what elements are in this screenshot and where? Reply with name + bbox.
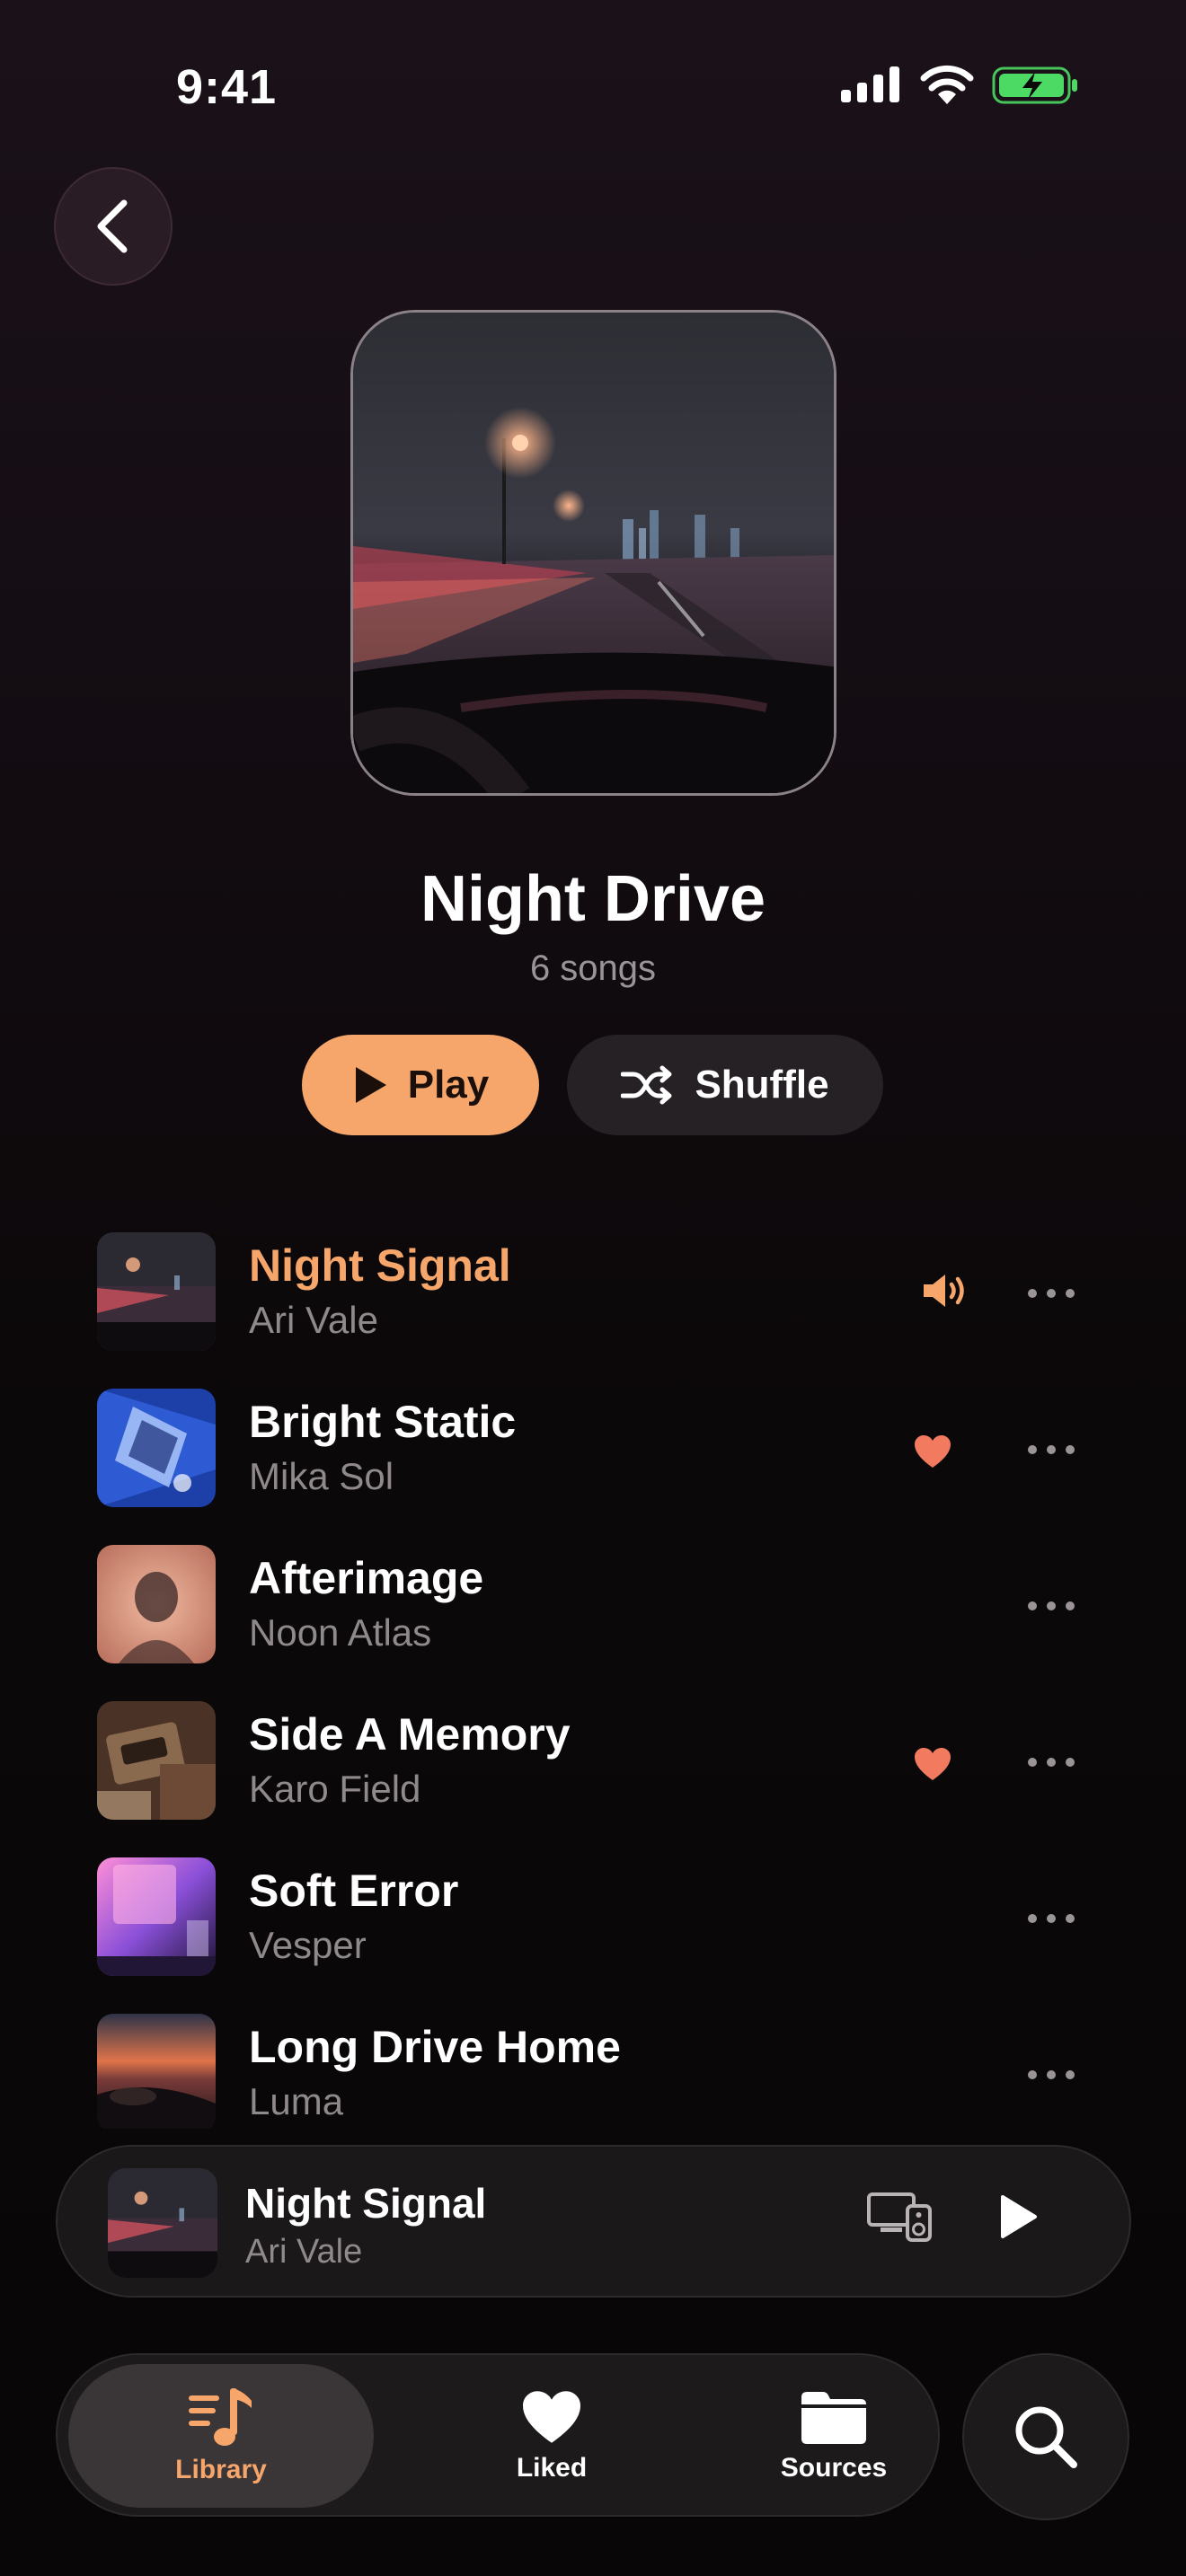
search-button[interactable] — [962, 2353, 1129, 2520]
mini-player-play-button[interactable] — [997, 2193, 1039, 2245]
track-title: Soft Error — [249, 1866, 459, 1916]
search-icon — [1015, 2406, 1077, 2468]
track-artwork — [97, 2014, 216, 2129]
back-button[interactable] — [54, 167, 173, 286]
track-row[interactable]: Bright Static Mika Sol — [0, 1387, 1186, 1543]
track-artist: Ari Vale — [249, 1299, 378, 1341]
mini-player-artist: Ari Vale — [245, 2233, 363, 2271]
music-library-icon — [189, 2388, 252, 2446]
playlist-title: Night Drive — [420, 863, 766, 935]
more-options-button[interactable] — [1024, 1735, 1078, 1789]
shuffle-button-label: Shuffle — [695, 1063, 829, 1107]
more-options-button[interactable] — [1024, 1266, 1078, 1320]
now-playing-speaker-icon — [924, 1275, 964, 1307]
track-artwork — [97, 1232, 216, 1351]
track-artwork — [97, 1389, 216, 1507]
ellipsis-icon — [1028, 1758, 1075, 1767]
ellipsis-icon — [1028, 1289, 1075, 1298]
track-artwork — [97, 1857, 216, 1976]
play-button[interactable]: Play — [302, 1035, 539, 1135]
tab-sources-label: Sources — [780, 2453, 888, 2483]
track-artist: Karo Field — [249, 1768, 421, 1810]
more-options-button[interactable] — [1024, 1579, 1078, 1633]
track-artwork — [97, 1701, 216, 1820]
track-artist: Luma — [249, 2080, 344, 2122]
mini-player-artwork — [108, 2168, 217, 2278]
shuffle-icon — [621, 1065, 672, 1105]
ellipsis-icon — [1028, 1914, 1075, 1923]
track-row[interactable]: Side A Memory Karo Field — [0, 1699, 1186, 1856]
track-title: Night Signal — [249, 1240, 511, 1291]
liked-heart-icon — [915, 1435, 951, 1468]
tab-bar: Library Liked Sources — [56, 2353, 940, 2517]
status-bar: 9:41 — [0, 0, 1186, 171]
track-artist: Mika Sol — [249, 1455, 394, 1497]
battery-charging-icon — [992, 66, 1077, 104]
track-row[interactable]: Soft Error Vesper — [0, 1856, 1186, 2012]
track-row[interactable]: Afterimage Noon Atlas — [0, 1543, 1186, 1699]
wifi-icon — [920, 65, 974, 104]
track-artist: Noon Atlas — [249, 1611, 432, 1654]
track-row[interactable]: Long Drive Home Luma — [0, 2012, 1186, 2129]
track-artist: Vesper — [249, 1924, 367, 1966]
song-count: 6 songs — [529, 948, 657, 988]
play-icon — [1001, 2195, 1037, 2238]
track-list: Night Signal Ari Vale Bright Static Mika… — [0, 1231, 1186, 2129]
playlist-artwork — [350, 310, 836, 796]
more-options-button[interactable] — [1024, 2048, 1078, 2102]
play-button-label: Play — [407, 1063, 490, 1107]
ellipsis-icon — [1028, 1601, 1075, 1610]
track-title: Long Drive Home — [249, 2022, 621, 2072]
computer-speaker-icon — [867, 2192, 932, 2242]
tab-liked-label: Liked — [516, 2453, 588, 2483]
play-icon — [355, 1067, 386, 1103]
liked-heart-icon — [915, 1748, 951, 1780]
mini-player[interactable]: Night Signal Ari Vale — [56, 2145, 1131, 2298]
tab-library-label: Library — [175, 2455, 267, 2484]
more-options-button[interactable] — [1024, 1423, 1078, 1477]
output-device-button[interactable] — [866, 2192, 933, 2246]
track-title: Side A Memory — [249, 1709, 571, 1760]
folder-icon — [801, 2392, 866, 2444]
mini-player-title: Night Signal — [245, 2180, 487, 2227]
status-time: 9:41 — [176, 60, 278, 114]
ellipsis-icon — [1028, 2070, 1075, 2079]
more-options-button[interactable] — [1024, 1892, 1078, 1945]
tab-liked[interactable]: Liked — [399, 2364, 704, 2508]
shuffle-button[interactable]: Shuffle — [567, 1035, 883, 1135]
track-artwork — [97, 1545, 216, 1663]
chevron-left-icon — [97, 199, 128, 253]
track-title: Bright Static — [249, 1397, 517, 1447]
track-row[interactable]: Night Signal Ari Vale — [0, 1231, 1186, 1387]
heart-icon — [523, 2391, 580, 2443]
ellipsis-icon — [1028, 1445, 1075, 1454]
cellular-signal-icon — [841, 66, 899, 102]
track-title: Afterimage — [249, 1553, 484, 1603]
tab-sources[interactable]: Sources — [681, 2364, 987, 2508]
tab-library[interactable]: Library — [68, 2364, 374, 2508]
